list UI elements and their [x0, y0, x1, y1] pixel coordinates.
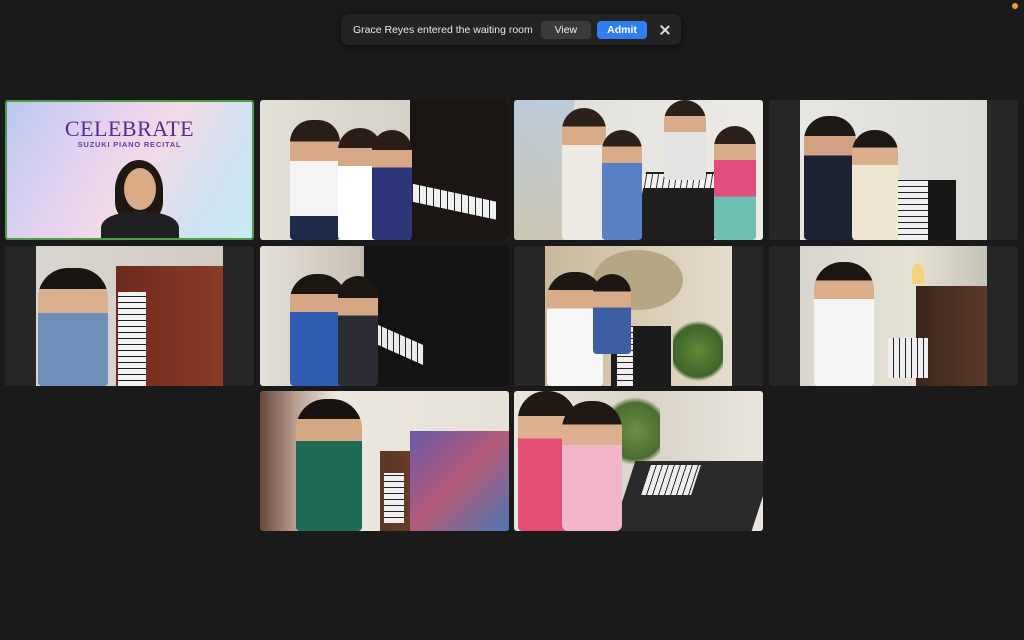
video-tile-celebrate[interactable]: CELEBRATE SUZUKI PIANO RECITAL [5, 100, 254, 240]
plant-shape [673, 316, 723, 386]
video-tile-9[interactable] [260, 391, 509, 531]
child-figure [338, 276, 378, 386]
lamp-shape [912, 264, 924, 284]
child-figure [852, 130, 898, 240]
child-figure [602, 130, 642, 240]
piano-keys [118, 292, 146, 386]
child-figure [814, 262, 874, 386]
presenter-face [124, 168, 156, 210]
fabric-cover [410, 431, 509, 531]
video-feed [260, 246, 509, 386]
video-tile-10[interactable] [514, 391, 763, 531]
video-feed [260, 391, 509, 531]
celebrate-title: CELEBRATE [64, 116, 195, 141]
video-tile-7[interactable] [514, 246, 763, 386]
video-tile-6[interactable] [260, 246, 509, 386]
child-figure [296, 399, 362, 531]
video-feed [514, 100, 763, 240]
waiting-room-message: Grace Reyes entered the waiting room [353, 23, 533, 36]
meeting-stage: Grace Reyes entered the waiting room Vie… [0, 0, 1024, 640]
video-feed [260, 100, 509, 240]
close-icon[interactable] [657, 22, 671, 38]
admit-button[interactable]: Admit [596, 20, 648, 39]
video-tile-3[interactable] [514, 100, 763, 240]
child-figure [664, 100, 706, 180]
child-figure [562, 401, 622, 531]
video-feed [800, 246, 987, 386]
piano-keys [898, 180, 928, 240]
piano-keys [384, 473, 404, 523]
video-feed [36, 246, 223, 386]
piano-keys [888, 338, 928, 378]
child-figure [593, 274, 631, 354]
presenter-body [101, 212, 179, 238]
child-figure [372, 130, 412, 240]
child-figure [714, 126, 756, 240]
child-figure [290, 120, 340, 240]
video-feed [800, 100, 987, 240]
status-dot-icon [1012, 3, 1018, 9]
video-feed [514, 391, 763, 531]
view-button[interactable]: View [540, 20, 591, 39]
piano-keys [641, 465, 701, 495]
video-feed [545, 246, 732, 386]
child-figure [38, 268, 108, 386]
child-figure [562, 108, 606, 240]
video-tile-5[interactable] [5, 246, 254, 386]
video-feed: CELEBRATE SUZUKI PIANO RECITAL [7, 102, 252, 238]
video-tile-4[interactable] [769, 100, 1018, 240]
celebrate-subtitle: SUZUKI PIANO RECITAL [77, 140, 182, 149]
video-tile-2[interactable] [260, 100, 509, 240]
video-tile-8[interactable] [769, 246, 1018, 386]
child-figure [804, 116, 856, 240]
waiting-room-notification: Grace Reyes entered the waiting room Vie… [341, 14, 681, 45]
piano-shape [364, 246, 509, 386]
